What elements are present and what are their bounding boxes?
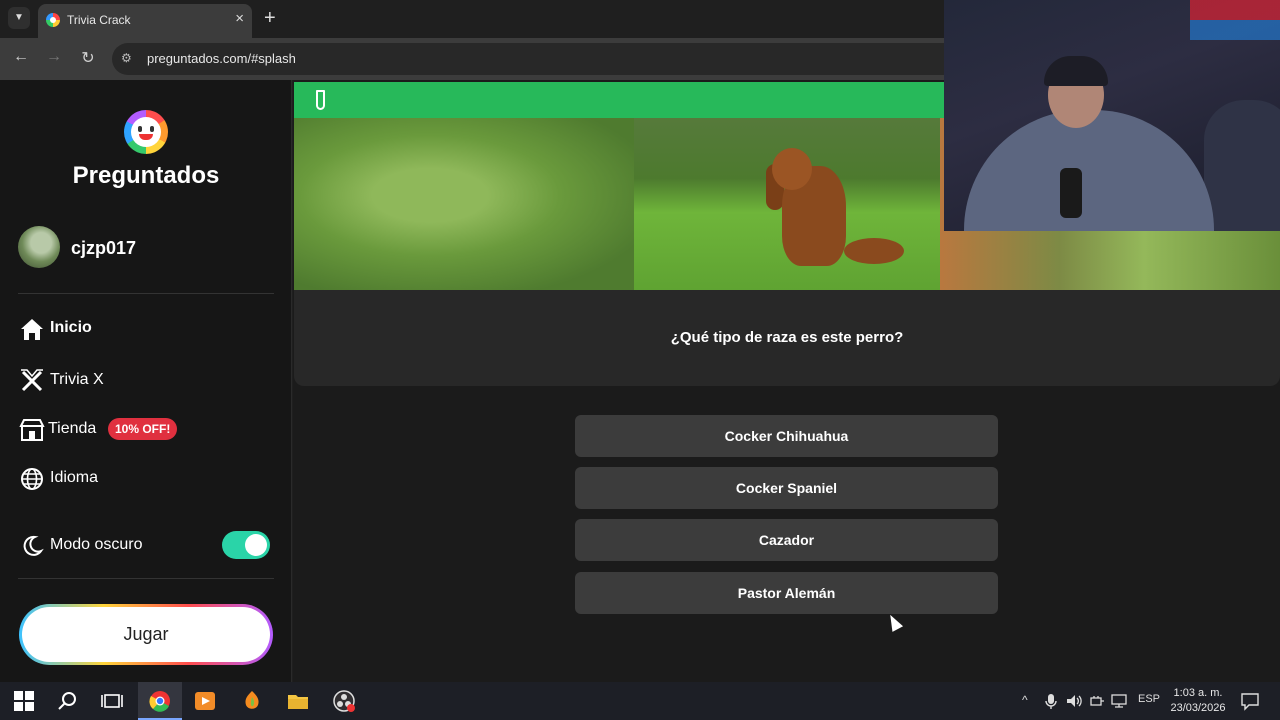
tab-search-dropdown-icon[interactable]: ▼ [8, 7, 30, 29]
task-view-icon[interactable] [100, 689, 124, 713]
webcam-person-cap [1044, 56, 1108, 86]
browser-toolbar: ← → ↻ ⚙ preguntados.com/#splash [0, 38, 944, 80]
obs-icon[interactable] [332, 689, 356, 713]
back-arrow-icon[interactable]: ← [10, 48, 32, 66]
browser-tab-active[interactable]: Trivia Crack × [38, 4, 252, 38]
site-info-icon[interactable]: ⚙ [121, 51, 137, 67]
nav-item-tienda[interactable]: Tienda 10% OFF! [18, 412, 278, 446]
power-plug-icon[interactable] [1088, 692, 1106, 710]
discount-badge: 10% OFF! [108, 418, 178, 440]
avatar[interactable] [18, 226, 60, 268]
dark-mode-label: Modo oscuro [50, 536, 143, 553]
search-icon[interactable] [56, 689, 80, 713]
forward-arrow-icon[interactable]: → [43, 48, 65, 66]
test-tube-icon [316, 90, 325, 110]
divider [18, 578, 274, 579]
url-text[interactable]: preguntados.com/#splash [147, 51, 296, 66]
nav-item-idioma[interactable]: Idioma [18, 461, 278, 495]
dark-mode-toggle[interactable] [222, 531, 270, 559]
preguntados-logo-icon [124, 110, 168, 154]
play-button-label: Jugar [22, 607, 270, 662]
clock-time: 1:03 a. m. [1173, 687, 1223, 699]
clock-date: 23/03/2026 [1170, 702, 1226, 714]
webcam-person-background [1204, 100, 1280, 231]
question-card: ¿Qué tipo de raza es este perro? [294, 290, 1280, 386]
globe-icon [21, 468, 43, 490]
question-text: ¿Qué tipo de raza es este perro? [670, 329, 904, 346]
dark-mode-row: Modo oscuro [18, 528, 278, 562]
play-button[interactable]: Jugar [19, 604, 273, 665]
answer-option-2[interactable]: Cocker Spaniel [575, 467, 998, 509]
nav-label-trivia-x: Trivia X [50, 371, 104, 388]
volume-icon[interactable] [1065, 692, 1083, 710]
file-explorer-icon[interactable] [286, 689, 310, 713]
dog-photo [634, 118, 940, 290]
screen: ▼ Trivia Crack × + ← → ↻ ⚙ preguntados.c… [0, 0, 1280, 720]
taskbar: ^ ESP 1:03 a. m. 23/03/2026 [0, 682, 1280, 720]
nav-item-trivia-x[interactable]: Trivia X [18, 363, 278, 397]
username[interactable]: cjzp017 [71, 238, 136, 259]
notifications-icon[interactable] [1240, 691, 1260, 711]
nav-item-inicio[interactable]: Inicio [18, 311, 278, 345]
moon-icon [23, 535, 44, 556]
microphone-tray-icon[interactable] [1042, 692, 1060, 710]
home-icon [21, 319, 43, 340]
answer-option-4[interactable]: Pastor Alemán [575, 572, 998, 614]
webcam-overlay [944, 0, 1280, 231]
trivia-x-icon [21, 369, 43, 392]
fl-studio-icon[interactable] [240, 689, 264, 713]
nav-label-inicio: Inicio [50, 319, 92, 336]
clock[interactable]: 1:03 a. m. 23/03/2026 [1162, 686, 1234, 716]
windows-start-icon[interactable] [12, 689, 36, 713]
media-player-icon[interactable] [193, 689, 217, 713]
answer-option-3[interactable]: Cazador [575, 519, 998, 561]
flag-background [1190, 0, 1280, 40]
divider [18, 293, 274, 294]
sidebar: Preguntados cjzp017 Inicio Trivia X Tien… [0, 80, 292, 682]
answer-option-1[interactable]: Cocker Chihuahua [575, 415, 998, 457]
trivia-crack-favicon-icon [46, 13, 60, 27]
store-icon [19, 419, 45, 441]
category-bar [294, 82, 944, 118]
tab-title: Trivia Crack [67, 13, 131, 27]
blurred-background-left [294, 118, 634, 290]
language-indicator[interactable]: ESP [1138, 693, 1160, 705]
reload-icon[interactable]: ↻ [77, 48, 99, 68]
brand-title: Preguntados [72, 162, 220, 189]
show-hidden-icons-chevron-icon[interactable]: ^ [1022, 693, 1028, 707]
chrome-icon[interactable] [148, 689, 172, 713]
toggle-knob [245, 534, 267, 556]
address-bar[interactable]: ⚙ preguntados.com/#splash [112, 43, 944, 75]
nav-label-idioma: Idioma [50, 469, 99, 486]
tab-close-icon[interactable]: × [235, 10, 244, 27]
new-tab-plus-icon[interactable]: + [264, 7, 276, 29]
microphone-icon [1060, 168, 1082, 218]
nav-label-tienda: Tienda [48, 420, 97, 437]
webcam-person [964, 110, 1214, 231]
network-icon[interactable] [1110, 692, 1128, 710]
